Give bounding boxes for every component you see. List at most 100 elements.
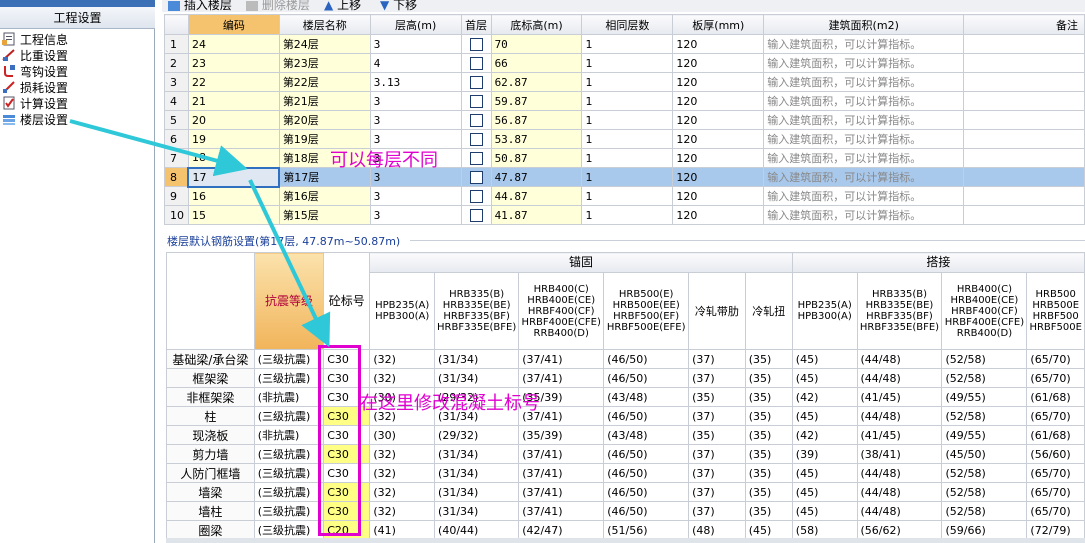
rebar-length-cell[interactable]: (65/70) <box>1026 349 1085 369</box>
rebar-length-cell[interactable]: (35) <box>744 349 793 369</box>
component-name-cell[interactable]: 非框架梁 <box>166 387 255 407</box>
floor-row[interactable]: 2 23 第23层 4 66 1 120 输入建筑面积，可以计算指标。 <box>164 53 1085 73</box>
rebar-length-cell[interactable]: (31/34) <box>434 444 520 464</box>
area-cell[interactable]: 输入建筑面积，可以计算指标。 <box>763 148 965 168</box>
rebar-length-cell[interactable]: (37) <box>688 368 746 388</box>
floor-code-cell[interactable]: 15 <box>187 205 280 225</box>
col-header-first-floor[interactable]: 首层 <box>460 14 492 35</box>
rebar-col-header[interactable]: HPB235(A) HPB300(A) <box>791 272 858 350</box>
rebar-length-cell[interactable]: (45) <box>791 349 858 369</box>
floor-name-cell[interactable]: 第16层 <box>278 186 371 206</box>
first-floor-checkbox-cell[interactable] <box>460 186 492 206</box>
base-elevation-cell[interactable]: 56.87 <box>490 110 583 130</box>
floor-name-cell[interactable]: 第15层 <box>278 205 371 225</box>
seismic-level-cell[interactable]: (非抗震) <box>253 387 325 407</box>
component-name-cell[interactable]: 圈梁 <box>166 520 255 540</box>
first-floor-checkbox[interactable] <box>469 113 483 127</box>
floor-height-cell[interactable]: 4 <box>369 53 462 73</box>
rebar-length-cell[interactable]: (46/50) <box>603 463 690 483</box>
rebar-length-cell[interactable]: (45) <box>791 482 858 502</box>
floor-height-cell[interactable]: 3 <box>369 34 462 54</box>
floor-row[interactable]: 9 16 第16层 3 44.87 1 120 输入建筑面积，可以计算指标。 <box>164 186 1085 206</box>
component-name-cell[interactable]: 剪力墙 <box>166 444 255 464</box>
col-header-slab-thickness[interactable]: 板厚(mm) <box>672 14 765 35</box>
seismic-level-cell[interactable]: (三级抗震) <box>253 368 325 388</box>
col-header-concrete-grade[interactable]: 砼标号 <box>323 252 371 350</box>
component-name-cell[interactable]: 墙柱 <box>166 501 255 521</box>
rebar-col-header[interactable]: HRB335(B) HRB335E(BE) HRBF335(BF) HRBF33… <box>856 272 943 350</box>
same-count-cell[interactable]: 1 <box>581 34 674 54</box>
remark-cell[interactable] <box>963 91 1085 111</box>
slab-thickness-cell[interactable]: 120 <box>672 91 765 111</box>
tree-item-loss[interactable]: 损耗设置 <box>2 80 69 96</box>
rebar-length-cell[interactable]: (43/48) <box>603 387 690 407</box>
rebar-length-cell[interactable]: (32) <box>369 368 436 388</box>
component-name-cell[interactable]: 框架梁 <box>166 368 255 388</box>
first-floor-checkbox-cell[interactable] <box>460 72 492 92</box>
rebar-length-cell[interactable]: (35) <box>744 444 793 464</box>
slab-thickness-cell[interactable]: 120 <box>672 53 765 73</box>
area-cell[interactable]: 输入建筑面积，可以计算指标。 <box>763 72 965 92</box>
rebar-length-cell[interactable]: (35) <box>744 387 793 407</box>
remark-cell[interactable] <box>963 167 1085 187</box>
rebar-length-cell[interactable]: (35/39) <box>518 425 605 445</box>
base-elevation-cell[interactable]: 66 <box>490 53 583 73</box>
floor-height-cell[interactable]: 3 <box>369 205 462 225</box>
base-elevation-cell[interactable]: 41.87 <box>490 205 583 225</box>
rebar-length-cell[interactable]: (46/50) <box>603 406 690 426</box>
rebar-length-cell[interactable]: (52/58) <box>941 406 1028 426</box>
rebar-length-cell[interactable]: (37/41) <box>518 501 605 521</box>
rebar-length-cell[interactable]: (37) <box>688 444 746 464</box>
rebar-row[interactable]: 墙柱 (三级抗震) C30 (32) (31/34) (37/41) (46/50) (37)… <box>166 501 1085 521</box>
col-header-code[interactable]: 编码 <box>187 14 280 35</box>
floor-row[interactable]: 7 18 第18层 3 50.87 1 120 输入建筑面积，可以计算指标。 <box>164 148 1085 168</box>
rebar-length-cell[interactable]: (31/34) <box>434 482 520 502</box>
slab-thickness-cell[interactable]: 120 <box>672 129 765 149</box>
remark-cell[interactable] <box>963 72 1085 92</box>
floor-code-cell[interactable]: 18 <box>187 148 280 168</box>
rebar-length-cell[interactable]: (37) <box>688 463 746 483</box>
floor-name-cell[interactable]: 第23层 <box>278 53 371 73</box>
rebar-length-cell[interactable]: (51/56) <box>603 520 690 540</box>
horizontal-scrollbar[interactable] <box>166 538 1085 543</box>
rebar-col-header[interactable]: HRB400(C) HRB400E(CE) HRBF400(CF) HRBF40… <box>941 272 1028 350</box>
slab-thickness-cell[interactable]: 120 <box>672 34 765 54</box>
floor-row[interactable]: 8 17 第17层 3 47.87 1 120 输入建筑面积，可以计算指标。 <box>164 166 1085 188</box>
area-cell[interactable]: 输入建筑面积，可以计算指标。 <box>763 110 965 130</box>
rebar-length-cell[interactable]: (42) <box>791 425 858 445</box>
rebar-length-cell[interactable]: (37) <box>688 406 746 426</box>
row-number[interactable]: 9 <box>164 186 189 206</box>
area-cell[interactable]: 输入建筑面积，可以计算指标。 <box>763 205 965 225</box>
col-header-base-elevation[interactable]: 底标高(m) <box>490 14 583 35</box>
rebar-length-cell[interactable]: (52/58) <box>941 463 1028 483</box>
first-floor-checkbox[interactable] <box>469 94 483 108</box>
component-name-cell[interactable]: 人防门框墙 <box>166 463 255 483</box>
col-header-seismic[interactable]: 抗震等级 <box>253 252 325 350</box>
rebar-length-cell[interactable]: (44/48) <box>856 501 943 521</box>
rebar-length-cell[interactable]: (46/50) <box>603 482 690 502</box>
rebar-length-cell[interactable]: (35) <box>744 463 793 483</box>
component-name-cell[interactable]: 墙梁 <box>166 482 255 502</box>
area-cell[interactable]: 输入建筑面积，可以计算指标。 <box>763 186 965 206</box>
component-name-cell[interactable]: 现浇板 <box>166 425 255 445</box>
floor-code-cell[interactable]: 17 <box>187 166 281 188</box>
rebar-length-cell[interactable]: (32) <box>369 463 436 483</box>
rebar-length-cell[interactable]: (61/68) <box>1026 425 1085 445</box>
rebar-length-cell[interactable]: (29/32) <box>434 425 520 445</box>
rebar-length-cell[interactable]: (45) <box>791 368 858 388</box>
area-cell[interactable]: 输入建筑面积，可以计算指标。 <box>763 167 965 187</box>
rebar-col-header[interactable]: 冷轧带肋 <box>688 272 746 350</box>
row-number[interactable]: 6 <box>164 129 189 149</box>
seismic-level-cell[interactable]: (三级抗震) <box>253 501 325 521</box>
rebar-length-cell[interactable]: (35) <box>744 425 793 445</box>
rebar-length-cell[interactable]: (35) <box>744 501 793 521</box>
base-elevation-cell[interactable]: 47.87 <box>490 167 583 187</box>
first-floor-checkbox[interactable] <box>469 170 483 184</box>
rebar-length-cell[interactable]: (37/41) <box>518 349 605 369</box>
remark-cell[interactable] <box>963 129 1085 149</box>
rebar-length-cell[interactable]: (40/44) <box>434 520 520 540</box>
component-name-cell[interactable]: 柱 <box>166 406 255 426</box>
rebar-length-cell[interactable]: (65/70) <box>1026 463 1085 483</box>
rebar-length-cell[interactable]: (37) <box>688 501 746 521</box>
floor-code-cell[interactable]: 22 <box>187 72 280 92</box>
